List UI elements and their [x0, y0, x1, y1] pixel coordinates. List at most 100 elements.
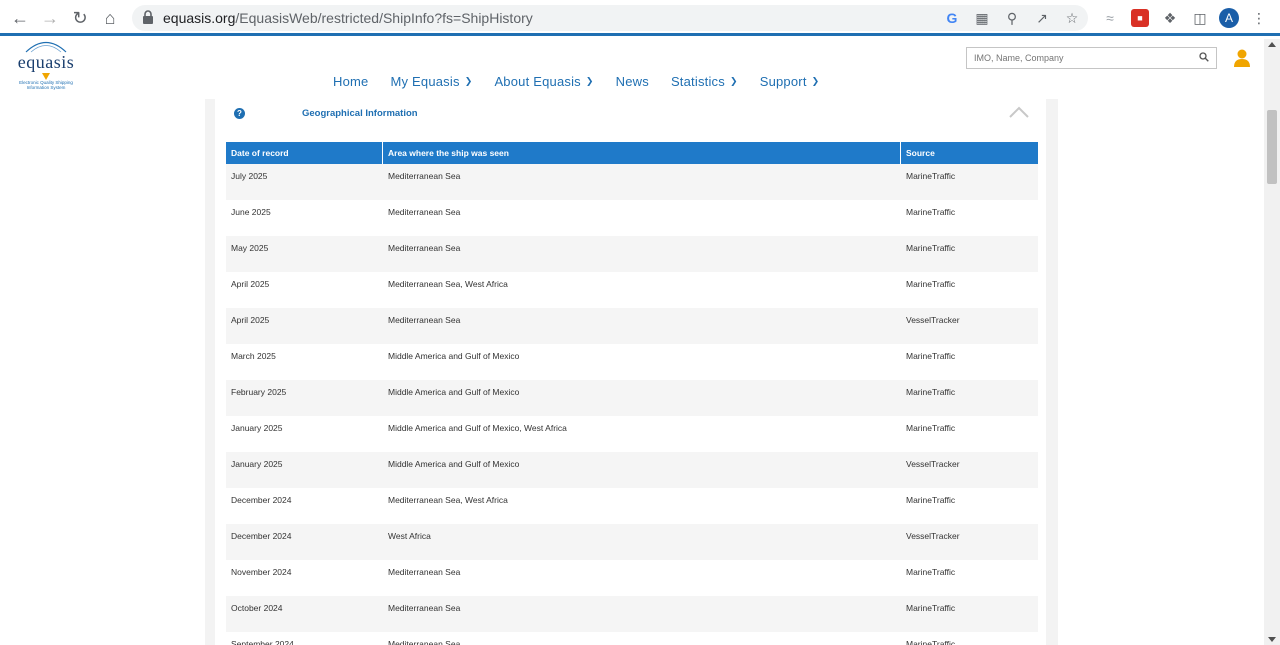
cell-date: September 2024	[231, 639, 294, 645]
site-header: equasis Electronic Quality Shipping Info…	[0, 39, 1264, 99]
ship-search-box	[966, 47, 1217, 69]
chevron-down-icon: ❯	[585, 76, 594, 86]
cell-area: Middle America and Gulf of Mexico	[388, 351, 520, 361]
table-row: November 2024 Mediterranean Sea MarineTr…	[226, 560, 1038, 596]
cell-date: December 2024	[231, 495, 292, 505]
cell-area: West Africa	[388, 531, 431, 541]
cell-area: Middle America and Gulf of Mexico	[388, 387, 520, 397]
col-header-source[interactable]: Source	[901, 142, 1038, 164]
sidepanel-icon[interactable]: ◫	[1191, 9, 1209, 27]
equasis-logo[interactable]: equasis Electronic Quality Shipping Info…	[13, 39, 79, 97]
kebab-menu-icon[interactable]: ⋮	[1250, 9, 1268, 27]
cell-area: Mediterranean Sea, West Africa	[388, 495, 508, 505]
user-icon[interactable]	[1232, 48, 1252, 68]
nav-statistics[interactable]: Statistics ❯	[671, 74, 738, 89]
cell-area: Mediterranean Sea	[388, 243, 461, 253]
page-gutter-right	[1046, 99, 1058, 645]
cell-source: MarineTraffic	[906, 567, 956, 577]
cell-date: July 2025	[231, 171, 268, 181]
chevron-up-icon[interactable]	[1008, 105, 1030, 119]
home-icon[interactable]: ⌂	[100, 8, 120, 28]
cell-area: Mediterranean Sea	[388, 171, 461, 181]
cell-date: May 2025	[231, 243, 269, 253]
search-icon[interactable]	[1199, 52, 1209, 62]
search-input[interactable]	[967, 48, 1187, 68]
cell-area: Mediterranean Sea	[388, 603, 461, 613]
scroll-down-icon[interactable]	[1268, 637, 1276, 642]
bookmark-star-icon[interactable]: ☆	[1063, 9, 1081, 27]
profile-avatar[interactable]: A	[1219, 8, 1239, 28]
share-icon[interactable]: ↗	[1033, 9, 1051, 27]
cell-source: MarineTraffic	[906, 387, 956, 397]
extension-red-icon[interactable]: ■	[1131, 9, 1149, 27]
table-header: Date of record Area where the ship was s…	[226, 142, 1038, 164]
section-header[interactable]: ? Geographical Information	[215, 99, 1046, 129]
table-row: June 2025 Mediterranean Sea MarineTraffi…	[226, 200, 1038, 236]
cell-date: April 2025	[231, 279, 270, 289]
zoom-icon[interactable]: ⚲	[1003, 9, 1021, 27]
col-header-date[interactable]: Date of record	[226, 142, 383, 164]
forward-icon[interactable]: →	[40, 8, 60, 28]
scroll-up-icon[interactable]	[1268, 42, 1276, 47]
cell-source: MarineTraffic	[906, 279, 956, 289]
geographical-info-panel: ? Geographical Information Date of recor…	[215, 99, 1046, 645]
cell-date: December 2024	[231, 531, 292, 541]
table-row: December 2024 West Africa VesselTracker	[226, 524, 1038, 560]
browser-chrome: ← → ↻ ⌂ equasis.org/EquasisWeb/restricte…	[0, 0, 1280, 36]
cell-date: March 2025	[231, 351, 276, 361]
cell-date: October 2024	[231, 603, 283, 613]
page-gutter-left	[205, 99, 215, 645]
cell-source: MarineTraffic	[906, 423, 956, 433]
cell-date: January 2025	[231, 459, 283, 469]
cell-area: Middle America and Gulf of Mexico	[388, 459, 520, 469]
table-row: April 2025 Mediterranean Sea VesselTrack…	[226, 308, 1038, 344]
table-row: July 2025 Mediterranean Sea MarineTraffi…	[226, 164, 1038, 200]
chevron-down-icon: ❯	[464, 76, 473, 86]
cell-source: VesselTracker	[906, 531, 960, 541]
cell-area: Mediterranean Sea, West Africa	[388, 279, 508, 289]
cell-date: June 2025	[231, 207, 271, 217]
nav-home[interactable]: Home	[333, 74, 368, 89]
cell-source: VesselTracker	[906, 315, 960, 325]
logo-word: equasis	[17, 52, 75, 72]
nav-about-equasis[interactable]: About Equasis ❯	[494, 74, 593, 89]
cell-area: Middle America and Gulf of Mexico, West …	[388, 423, 567, 433]
cell-source: MarineTraffic	[906, 603, 956, 613]
col-header-area[interactable]: Area where the ship was seen	[383, 142, 901, 164]
table-body: July 2025 Mediterranean Sea MarineTraffi…	[226, 164, 1038, 645]
nav-support[interactable]: Support ❯	[760, 74, 820, 89]
table-row: February 2025 Middle America and Gulf of…	[226, 380, 1038, 416]
google-icon[interactable]: G	[943, 9, 961, 27]
table-row: April 2025 Mediterranean Sea, West Afric…	[226, 272, 1038, 308]
cell-date: April 2025	[231, 315, 270, 325]
chevron-down-icon: ❯	[811, 76, 820, 86]
nav-news[interactable]: News	[616, 74, 649, 89]
back-icon[interactable]: ←	[10, 8, 30, 28]
nav-my-equasis[interactable]: My Equasis ❯	[390, 74, 472, 89]
page-scrollbar[interactable]	[1264, 39, 1280, 645]
cell-source: MarineTraffic	[906, 351, 956, 361]
scrollbar-thumb[interactable]	[1267, 110, 1277, 184]
puzzle-icon[interactable]: ❖	[1161, 9, 1179, 27]
table-row: December 2024 Mediterranean Sea, West Af…	[226, 488, 1038, 524]
chevron-down-icon: ❯	[729, 76, 738, 86]
url-text: equasis.org/EquasisWeb/restricted/ShipIn…	[163, 10, 533, 26]
cell-date: November 2024	[231, 567, 292, 577]
cell-source: MarineTraffic	[906, 639, 956, 645]
table-row: October 2024 Mediterranean Sea MarineTra…	[226, 596, 1038, 632]
extension-icon[interactable]: ≈	[1101, 9, 1119, 27]
main-nav: Home My Equasis ❯ About Equasis ❯ News Sta…	[333, 74, 841, 89]
cell-source: MarineTraffic	[906, 243, 956, 253]
table-row: January 2025 Middle America and Gulf of …	[226, 416, 1038, 452]
cell-source: MarineTraffic	[906, 495, 956, 505]
logo-triangle-icon	[42, 73, 50, 80]
cell-date: February 2025	[231, 387, 287, 397]
cell-area: Mediterranean Sea	[388, 315, 461, 325]
cell-area: Mediterranean Sea	[388, 567, 461, 577]
table-row: May 2025 Mediterranean Sea MarineTraffic	[226, 236, 1038, 272]
reload-icon[interactable]: ↻	[70, 8, 90, 28]
cell-source: MarineTraffic	[906, 207, 956, 217]
help-icon[interactable]: ?	[234, 108, 245, 119]
translate-icon[interactable]: ▦	[973, 9, 991, 27]
geo-history-table: Date of record Area where the ship was s…	[226, 142, 1038, 645]
